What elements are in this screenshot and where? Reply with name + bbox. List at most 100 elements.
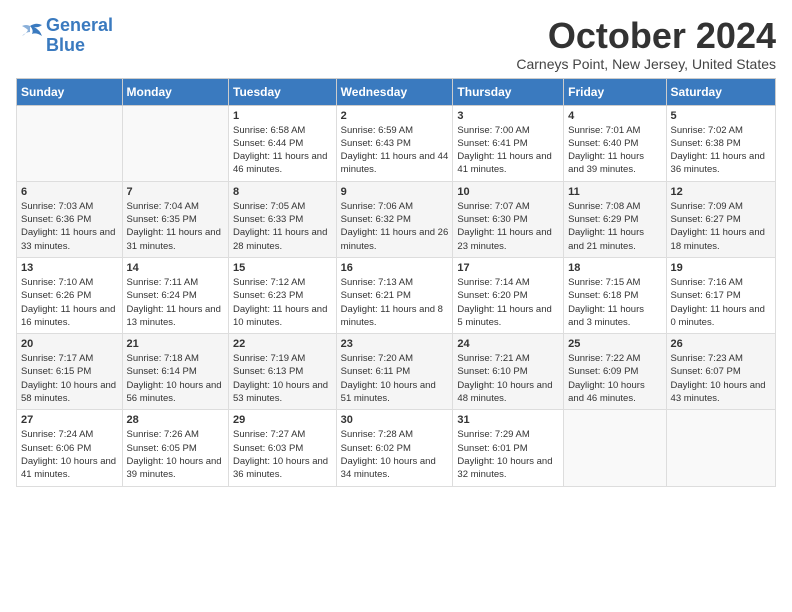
day-cell — [564, 410, 666, 486]
day-cell: 1 Sunrise: 6:58 AM Sunset: 6:44 PM Daylig… — [229, 105, 337, 181]
week-row-5: 27 Sunrise: 7:24 AM Sunset: 6:06 PM Dayli… — [17, 410, 776, 486]
week-row-3: 13Sunrise: 7:10 AM Sunset: 6:26 PM Dayli… — [17, 257, 776, 333]
day-cell: 22 Sunrise: 7:19 AM Sunset: 6:13 PM Dayli… — [229, 334, 337, 410]
day-cell: 4 Sunrise: 7:01 AM Sunset: 6:40 PM Daylig… — [564, 105, 666, 181]
day-info: Sunrise: 7:27 AM Sunset: 6:03 PM Dayligh… — [233, 428, 332, 481]
day-cell: 2 Sunrise: 6:59 AM Sunset: 6:43 PM Daylig… — [336, 105, 453, 181]
day-info: Sunrise: 7:01 AM Sunset: 6:40 PM Dayligh… — [568, 124, 661, 177]
day-number: 19 — [671, 262, 771, 274]
day-cell: 17Sunrise: 7:14 AM Sunset: 6:20 PM Dayli… — [453, 257, 564, 333]
day-cell: 20 Sunrise: 7:17 AM Sunset: 6:15 PM Dayli… — [17, 334, 123, 410]
day-number: 12 — [671, 186, 771, 198]
day-info: Sunrise: 7:02 AM Sunset: 6:38 PM Dayligh… — [671, 124, 771, 177]
day-cell: 12 Sunrise: 7:09 AM Sunset: 6:27 PM Dayli… — [666, 181, 775, 257]
day-number: 26 — [671, 338, 771, 350]
day-info: Sunrise: 7:08 AM Sunset: 6:29 PM Dayligh… — [568, 200, 661, 253]
day-number: 5 — [671, 110, 771, 122]
day-number: 29 — [233, 414, 332, 426]
day-cell: 19 Sunrise: 7:16 AM Sunset: 6:17 PM Dayli… — [666, 257, 775, 333]
day-info: Sunrise: 7:16 AM Sunset: 6:17 PM Dayligh… — [671, 276, 771, 329]
day-number: 23 — [341, 338, 449, 350]
day-info: Sunrise: 7:29 AM Sunset: 6:01 PM Dayligh… — [457, 428, 559, 481]
day-info: Sunrise: 7:07 AM Sunset: 6:30 PM Dayligh… — [457, 200, 559, 253]
day-info: Sunrise: 7:03 AM Sunset: 6:36 PM Dayligh… — [21, 200, 118, 253]
day-info: Sunrise: 7:05 AM Sunset: 6:33 PM Dayligh… — [233, 200, 332, 253]
calendar-header: SundayMondayTuesdayWednesdayThursdayFrid… — [17, 78, 776, 105]
day-cell: 11 Sunrise: 7:08 AM Sunset: 6:29 PM Dayli… — [564, 181, 666, 257]
day-info: Sunrise: 7:23 AM Sunset: 6:07 PM Dayligh… — [671, 352, 771, 405]
day-cell: 3 Sunrise: 7:00 AM Sunset: 6:41 PM Daylig… — [453, 105, 564, 181]
day-cell: 15 Sunrise: 7:12 AM Sunset: 6:23 PM Dayli… — [229, 257, 337, 333]
day-info: Sunrise: 7:24 AM Sunset: 6:06 PM Dayligh… — [21, 428, 118, 481]
location: Carneys Point, New Jersey, United States — [516, 56, 776, 72]
day-cell: 5 Sunrise: 7:02 AM Sunset: 6:38 PM Daylig… — [666, 105, 775, 181]
day-cell: 10 Sunrise: 7:07 AM Sunset: 6:30 PM Dayli… — [453, 181, 564, 257]
day-cell: 8Sunrise: 7:05 AM Sunset: 6:33 PM Daylig… — [229, 181, 337, 257]
header-cell-saturday: Saturday — [666, 78, 775, 105]
logo-text-line1: General — [46, 16, 113, 36]
day-info: Sunrise: 7:12 AM Sunset: 6:23 PM Dayligh… — [233, 276, 332, 329]
week-row-2: 6 Sunrise: 7:03 AM Sunset: 6:36 PM Daylig… — [17, 181, 776, 257]
day-number: 21 — [127, 338, 224, 350]
day-info: Sunrise: 7:13 AM Sunset: 6:21 PM Dayligh… — [341, 276, 449, 329]
day-number: 9 — [341, 186, 449, 198]
header-cell-tuesday: Tuesday — [229, 78, 337, 105]
day-info: Sunrise: 7:09 AM Sunset: 6:27 PM Dayligh… — [671, 200, 771, 253]
header-cell-monday: Monday — [122, 78, 228, 105]
day-cell: 30 Sunrise: 7:28 AM Sunset: 6:02 PM Dayli… — [336, 410, 453, 486]
day-info: Sunrise: 7:21 AM Sunset: 6:10 PM Dayligh… — [457, 352, 559, 405]
header-cell-wednesday: Wednesday — [336, 78, 453, 105]
day-cell: 31 Sunrise: 7:29 AM Sunset: 6:01 PM Dayli… — [453, 410, 564, 486]
day-cell: 21Sunrise: 7:18 AM Sunset: 6:14 PM Dayli… — [122, 334, 228, 410]
logo-text-line2: Blue — [46, 36, 113, 56]
day-number: 18 — [568, 262, 661, 274]
day-number: 27 — [21, 414, 118, 426]
day-number: 22 — [233, 338, 332, 350]
day-number: 16 — [341, 262, 449, 274]
day-cell — [122, 105, 228, 181]
day-number: 4 — [568, 110, 661, 122]
day-number: 11 — [568, 186, 661, 198]
header-row: SundayMondayTuesdayWednesdayThursdayFrid… — [17, 78, 776, 105]
day-cell — [666, 410, 775, 486]
day-info: Sunrise: 6:58 AM Sunset: 6:44 PM Dayligh… — [233, 124, 332, 177]
day-info: Sunrise: 7:19 AM Sunset: 6:13 PM Dayligh… — [233, 352, 332, 405]
day-cell: 28Sunrise: 7:26 AM Sunset: 6:05 PM Dayli… — [122, 410, 228, 486]
day-info: Sunrise: 7:11 AM Sunset: 6:24 PM Dayligh… — [127, 276, 224, 329]
day-cell: 16 Sunrise: 7:13 AM Sunset: 6:21 PM Dayli… — [336, 257, 453, 333]
day-number: 13 — [21, 262, 118, 274]
day-info: Sunrise: 7:20 AM Sunset: 6:11 PM Dayligh… — [341, 352, 449, 405]
page-header: General Blue October 2024 Carneys Point,… — [16, 16, 776, 72]
day-cell: 6 Sunrise: 7:03 AM Sunset: 6:36 PM Daylig… — [17, 181, 123, 257]
logo: General Blue — [16, 16, 113, 56]
header-cell-thursday: Thursday — [453, 78, 564, 105]
day-number: 20 — [21, 338, 118, 350]
day-cell — [17, 105, 123, 181]
day-cell: 13Sunrise: 7:10 AM Sunset: 6:26 PM Dayli… — [17, 257, 123, 333]
day-info: Sunrise: 7:04 AM Sunset: 6:35 PM Dayligh… — [127, 200, 224, 253]
day-info: Sunrise: 6:59 AM Sunset: 6:43 PM Dayligh… — [341, 124, 449, 177]
day-info: Sunrise: 7:17 AM Sunset: 6:15 PM Dayligh… — [21, 352, 118, 405]
day-number: 10 — [457, 186, 559, 198]
day-info: Sunrise: 7:22 AM Sunset: 6:09 PM Dayligh… — [568, 352, 661, 405]
day-number: 3 — [457, 110, 559, 122]
day-number: 17 — [457, 262, 559, 274]
day-number: 14 — [127, 262, 224, 274]
day-number: 2 — [341, 110, 449, 122]
day-number: 31 — [457, 414, 559, 426]
day-cell: 24Sunrise: 7:21 AM Sunset: 6:10 PM Dayli… — [453, 334, 564, 410]
day-cell: 18 Sunrise: 7:15 AM Sunset: 6:18 PM Dayli… — [564, 257, 666, 333]
day-number: 30 — [341, 414, 449, 426]
day-number: 6 — [21, 186, 118, 198]
day-cell: 9Sunrise: 7:06 AM Sunset: 6:32 PM Daylig… — [336, 181, 453, 257]
day-number: 1 — [233, 110, 332, 122]
header-cell-friday: Friday — [564, 78, 666, 105]
day-cell: 29 Sunrise: 7:27 AM Sunset: 6:03 PM Dayli… — [229, 410, 337, 486]
day-number: 15 — [233, 262, 332, 274]
day-cell: 27 Sunrise: 7:24 AM Sunset: 6:06 PM Dayli… — [17, 410, 123, 486]
day-info: Sunrise: 7:26 AM Sunset: 6:05 PM Dayligh… — [127, 428, 224, 481]
day-info: Sunrise: 7:28 AM Sunset: 6:02 PM Dayligh… — [341, 428, 449, 481]
day-info: Sunrise: 7:15 AM Sunset: 6:18 PM Dayligh… — [568, 276, 661, 329]
day-info: Sunrise: 7:00 AM Sunset: 6:41 PM Dayligh… — [457, 124, 559, 177]
week-row-4: 20 Sunrise: 7:17 AM Sunset: 6:15 PM Dayli… — [17, 334, 776, 410]
